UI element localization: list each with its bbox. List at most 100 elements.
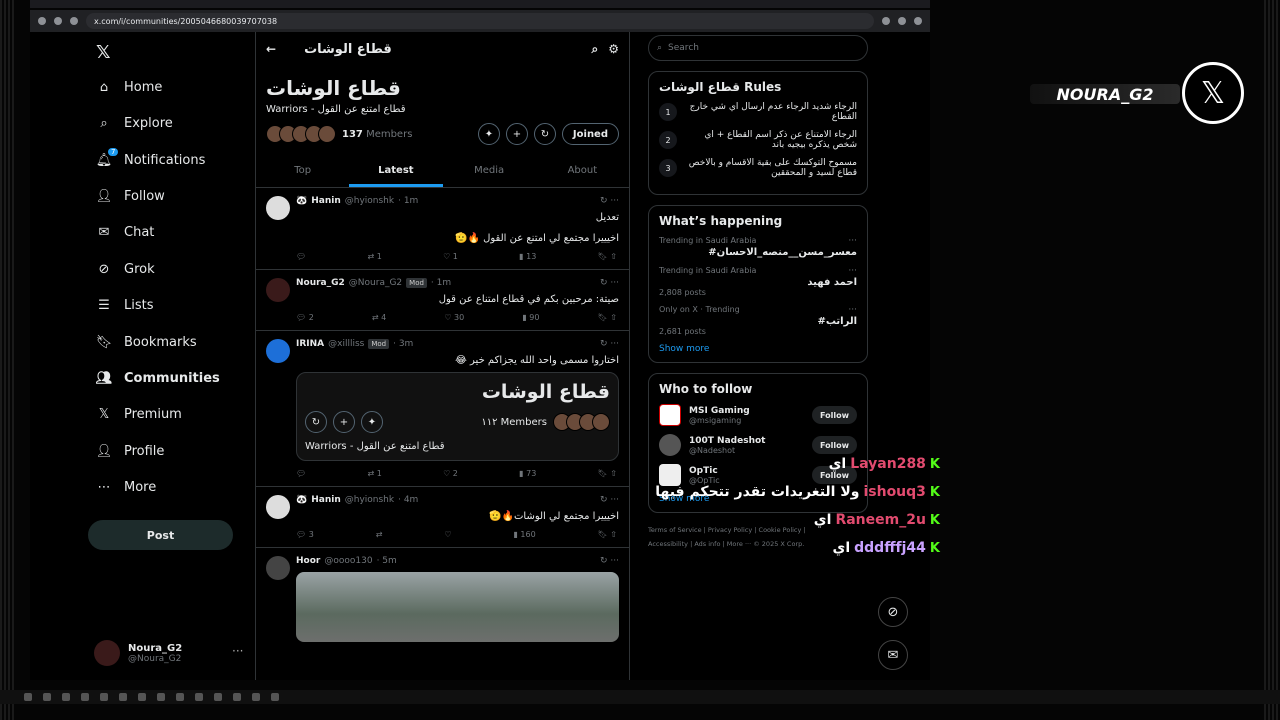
nav-explore[interactable]: ⌕ Explore bbox=[96, 115, 172, 131]
bookmark-icon[interactable]: 🔖︎ ⇧ bbox=[598, 530, 617, 539]
follow-button[interactable]: Follow bbox=[811, 406, 857, 424]
tab-about[interactable]: About bbox=[536, 157, 629, 187]
account-switcher[interactable]: Noura_G2 @Noura_G2 ··· bbox=[94, 640, 244, 666]
bookmark-icon[interactable]: 🔖︎ ⇧ bbox=[598, 469, 617, 478]
footer-link[interactable]: Accessibility bbox=[648, 540, 688, 548]
more-icon[interactable]: ↻ ··· bbox=[600, 495, 619, 505]
retweet-icon[interactable]: ⇄ bbox=[376, 530, 383, 539]
tweet[interactable]: Hoor @oooo130 · 5m ↻ ··· bbox=[256, 548, 629, 650]
like-icon[interactable]: ♡ 2 bbox=[443, 469, 458, 478]
timestamp[interactable]: · 3m bbox=[393, 339, 413, 349]
member-avatars[interactable] bbox=[266, 125, 336, 143]
more-icon[interactable]: ··· bbox=[848, 305, 857, 315]
reply-icon[interactable]: 💬︎ 3 bbox=[296, 530, 314, 539]
bookmark-icon[interactable]: 🔖︎ ⇧ bbox=[598, 252, 617, 261]
like-icon[interactable]: ♡ 1 bbox=[443, 252, 458, 261]
footer-link[interactable]: Ads info bbox=[694, 540, 720, 548]
timestamp[interactable]: · 5m bbox=[377, 556, 397, 566]
trend-item[interactable]: Trending in Saudi Arabia ··· احمد فهيد 2,80… bbox=[659, 266, 857, 297]
nav-profile[interactable]: 👤︎ Profile bbox=[96, 443, 165, 459]
add-member-icon[interactable]: + bbox=[333, 411, 355, 433]
add-member-icon[interactable]: + bbox=[505, 123, 528, 145]
footer-link[interactable]: More ··· bbox=[727, 540, 751, 548]
nav-communities[interactable]: 👥︎ Communities bbox=[96, 370, 220, 386]
views-icon[interactable]: ▮ 13 bbox=[519, 252, 536, 261]
more-icon[interactable]: ··· bbox=[848, 266, 857, 276]
follow-suggestion[interactable]: OpTic @OpTic Follow bbox=[659, 464, 857, 486]
grok-sparkle-icon[interactable]: ✦ bbox=[361, 411, 383, 433]
more-icon[interactable]: ··· bbox=[848, 236, 857, 246]
more-icon[interactable]: ↻ ··· bbox=[600, 339, 619, 349]
tab-latest[interactable]: Latest bbox=[349, 157, 443, 187]
gear-icon[interactable]: ⚙ bbox=[608, 42, 619, 56]
follow-button[interactable]: Follow bbox=[811, 436, 857, 454]
timestamp[interactable]: · 1m bbox=[398, 196, 418, 206]
more-icon[interactable]: ↻ ··· bbox=[600, 196, 619, 206]
reload-icon[interactable] bbox=[70, 17, 78, 25]
like-icon[interactable]: ♡ 30 bbox=[444, 313, 464, 322]
author-name[interactable]: Noura_G2 bbox=[296, 278, 345, 288]
follow-suggestion[interactable]: MSI Gaming @msigaming Follow bbox=[659, 404, 857, 426]
tweet[interactable]: IRINA @xillliss Mod · 3m ↻ ··· اختاروا مسمى… bbox=[256, 331, 629, 487]
star-icon[interactable] bbox=[898, 17, 906, 25]
trend-item[interactable]: Trending in Saudi Arabia ··· #معسر_مسن__من… bbox=[659, 236, 857, 258]
views-icon[interactable]: ▮ 73 bbox=[519, 469, 536, 478]
share-icon[interactable]: ↻ bbox=[305, 411, 327, 433]
tweet[interactable]: 🐼 Hanin @hyionshk · 1m ↻ ··· تعديل اخيييرا … bbox=[256, 188, 629, 270]
author-name[interactable]: Hoor bbox=[296, 556, 320, 566]
views-icon[interactable]: ▮ 160 bbox=[513, 530, 535, 539]
tweet[interactable]: 🐼 Hanin @hyionshk · 4m ↻ ··· اخيييرا مجتمع … bbox=[256, 487, 629, 548]
footer-link[interactable]: Privacy Policy bbox=[708, 526, 752, 534]
more-icon[interactable]: ↻ ··· bbox=[600, 556, 619, 566]
nav-home[interactable]: ⌂ Home bbox=[96, 79, 163, 95]
browser-tab-strip[interactable] bbox=[30, 0, 930, 8]
avatar[interactable] bbox=[266, 495, 290, 519]
x-logo-icon[interactable]: 𝕏 bbox=[96, 42, 111, 63]
avatar[interactable] bbox=[266, 196, 290, 220]
footer-link[interactable]: Cookie Policy bbox=[759, 526, 802, 534]
grok-icon[interactable]: ⊘ bbox=[878, 597, 908, 627]
follow-suggestion[interactable]: 100T Nadeshot @Nadeshot Follow bbox=[659, 434, 857, 456]
joined-button[interactable]: Joined bbox=[561, 123, 619, 145]
nav-follow[interactable]: 👤︎ Follow bbox=[96, 188, 165, 204]
like-icon[interactable]: ♡ bbox=[444, 530, 451, 539]
retweet-icon[interactable]: ⇄ 4 bbox=[372, 313, 386, 322]
nav-more[interactable]: ⋯ More bbox=[96, 479, 157, 495]
reply-icon[interactable]: 💬︎ 2 bbox=[296, 313, 314, 322]
mail-icon[interactable]: ✉ bbox=[878, 640, 908, 670]
extension-icon[interactable] bbox=[882, 17, 890, 25]
forward-icon[interactable] bbox=[54, 17, 62, 25]
reply-icon[interactable]: 💬︎ bbox=[296, 252, 306, 261]
more-icon[interactable]: ··· bbox=[232, 644, 243, 658]
more-icon[interactable]: ↻ ··· bbox=[600, 278, 619, 288]
show-more-link[interactable]: Show more bbox=[659, 344, 857, 354]
nav-bookmarks[interactable]: 🔖︎ Bookmarks bbox=[96, 334, 197, 350]
views-icon[interactable]: ▮ 90 bbox=[522, 313, 539, 322]
author-name[interactable]: IRINA bbox=[296, 339, 324, 349]
bookmark-icon[interactable]: 🔖︎ ⇧ bbox=[598, 313, 617, 322]
share-icon[interactable]: ↻ bbox=[533, 123, 556, 145]
profile-icon[interactable] bbox=[914, 17, 922, 25]
nav-lists[interactable]: ☰ Lists bbox=[96, 297, 153, 313]
back-icon[interactable] bbox=[38, 17, 46, 25]
post-button[interactable]: Post bbox=[88, 520, 233, 550]
footer-link[interactable]: Terms of Service bbox=[648, 526, 702, 534]
reply-icon[interactable]: 💬︎ bbox=[296, 469, 306, 478]
community-card[interactable]: قطاع الوشات ↻ + ✦ ١١٢ Members Warriors -… bbox=[296, 372, 619, 461]
retweet-icon[interactable]: ⇄ 1 bbox=[367, 252, 381, 261]
tab-media[interactable]: Media bbox=[443, 157, 536, 187]
nav-chat[interactable]: ✉ Chat bbox=[96, 224, 155, 240]
avatar[interactable] bbox=[266, 278, 290, 302]
tab-top[interactable]: Top bbox=[256, 157, 349, 187]
grok-sparkle-icon[interactable]: ✦ bbox=[477, 123, 500, 145]
search-input[interactable]: ⌕ Search bbox=[648, 35, 868, 61]
trend-item[interactable]: Only on X · Trending ··· #الراتب 2,681 post… bbox=[659, 305, 857, 336]
avatar[interactable] bbox=[266, 339, 290, 363]
timestamp[interactable]: · 1m bbox=[431, 278, 451, 288]
back-arrow-icon[interactable]: ← bbox=[266, 42, 276, 56]
nav-premium[interactable]: 𝕏 Premium bbox=[96, 406, 182, 422]
author-name[interactable]: Hanin bbox=[311, 495, 341, 505]
nav-notifications[interactable]: 🔔︎ 7 Notifications bbox=[96, 148, 205, 168]
address-bar[interactable]: x.com/i/communities/2005046680039707038 bbox=[86, 13, 874, 29]
search-icon[interactable]: ⌕ bbox=[592, 42, 599, 57]
